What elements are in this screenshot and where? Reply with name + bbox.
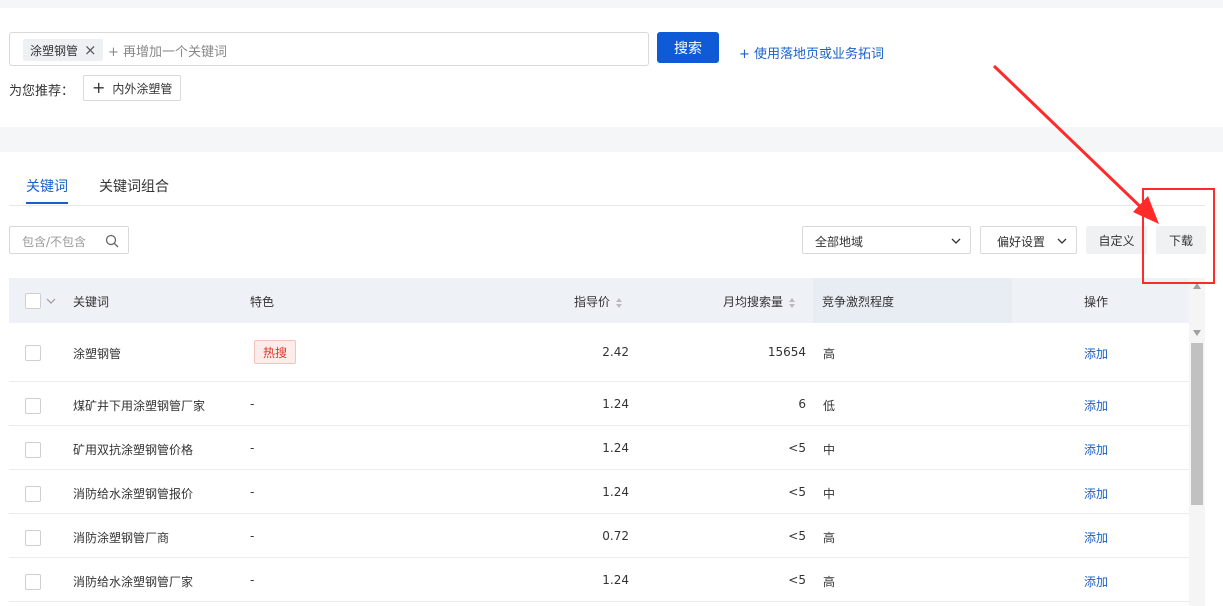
select-all-checkbox[interactable] bbox=[25, 293, 41, 309]
search-volume-cell: 6 bbox=[798, 397, 806, 411]
header-monthly-search[interactable]: 月均搜索量 bbox=[723, 293, 796, 310]
row-checkbox[interactable] bbox=[25, 486, 41, 502]
region-select[interactable]: 全部地域 bbox=[802, 226, 971, 254]
table-header: 关键词 特色 指导价 月均搜索量 竞争激烈程度 操作 bbox=[9, 278, 1189, 323]
scrollbar-thumb[interactable] bbox=[1191, 343, 1203, 505]
landing-page-expand-link[interactable]: + 使用落地页或业务拓词 bbox=[739, 43, 884, 62]
scroll-down-arrow-icon[interactable] bbox=[1193, 330, 1201, 336]
search-volume-cell: <5 bbox=[788, 529, 806, 543]
keyword-tag: 涂塑钢管 × bbox=[23, 39, 103, 61]
sort-icon[interactable] bbox=[788, 297, 796, 309]
table-row: 消防给水涂塑钢管报价 - 1.24 <5 中 添加 bbox=[9, 470, 1189, 514]
add-link[interactable]: 添加 bbox=[1084, 345, 1108, 362]
keyword-cell: 涂塑钢管 bbox=[73, 347, 122, 361]
add-link[interactable]: 添加 bbox=[1084, 397, 1108, 414]
search-volume-cell: <5 bbox=[788, 441, 806, 455]
add-link[interactable]: 添加 bbox=[1084, 529, 1108, 546]
competition-cell: 高 bbox=[823, 347, 836, 361]
competition-cell: 中 bbox=[823, 443, 836, 457]
price-cell: 0.72 bbox=[602, 529, 629, 543]
recommend-chip-label: 内外涂塑管 bbox=[112, 81, 173, 96]
feature-cell: - bbox=[250, 529, 255, 543]
header-action: 操作 bbox=[1084, 295, 1109, 309]
price-cell: 1.24 bbox=[602, 397, 629, 411]
tab-keywords[interactable]: 关键词 bbox=[26, 176, 68, 196]
keyword-cell: 消防涂塑钢管厂商 bbox=[73, 531, 170, 545]
add-link[interactable]: 添加 bbox=[1084, 441, 1108, 458]
table-row: 矿用双抗涂塑钢管价格 - 1.24 <5 中 添加 bbox=[9, 426, 1189, 470]
row-checkbox[interactable] bbox=[25, 442, 41, 458]
tab-keyword-combos[interactable]: 关键词组合 bbox=[99, 176, 169, 196]
hot-search-badge: 热搜 bbox=[254, 340, 296, 364]
preference-select-value: 偏好设置 bbox=[997, 235, 1046, 249]
price-cell: 1.24 bbox=[602, 573, 629, 587]
keyword-cell: 矿用双抗涂塑钢管价格 bbox=[73, 443, 194, 457]
include-exclude-filter-input[interactable]: 包含/不包含 bbox=[9, 226, 129, 254]
search-volume-cell: <5 bbox=[788, 485, 806, 499]
table-row: 消防涂塑钢管厂商 - 0.72 <5 高 添加 bbox=[9, 514, 1189, 558]
active-tab-indicator bbox=[26, 202, 68, 204]
plus-icon: + bbox=[92, 78, 106, 97]
competition-cell: 高 bbox=[823, 531, 836, 545]
header-keyword: 关键词 bbox=[73, 295, 110, 309]
chevron-down-icon[interactable] bbox=[46, 297, 56, 305]
row-checkbox[interactable] bbox=[25, 398, 41, 414]
keyword-tag-label: 涂塑钢管 bbox=[30, 43, 79, 58]
header-monthly-search-label: 月均搜索量 bbox=[723, 295, 784, 309]
feature-cell: - bbox=[250, 573, 255, 587]
preference-select[interactable]: 偏好设置 bbox=[980, 226, 1077, 254]
keyword-cell: 消防给水涂塑钢管报价 bbox=[73, 487, 194, 501]
header-price[interactable]: 指导价 bbox=[574, 293, 623, 310]
top-band bbox=[0, 0, 1223, 8]
header-price-label: 指导价 bbox=[574, 295, 611, 309]
header-feature: 特色 bbox=[250, 295, 275, 309]
feature-cell: - bbox=[250, 485, 255, 499]
search-volume-cell: 15654 bbox=[767, 345, 806, 359]
table-row: 消防给水涂塑钢管厂家 - 1.24 <5 高 添加 bbox=[9, 558, 1189, 602]
recommend-chip[interactable]: + 内外涂塑管 bbox=[83, 75, 182, 101]
table-row: 煤矿井下用涂塑钢管厂家 - 1.24 6 低 添加 bbox=[9, 382, 1189, 426]
annotation-arrow-icon bbox=[992, 64, 1159, 224]
filter-placeholder: 包含/不包含 bbox=[22, 235, 87, 249]
sort-icon[interactable] bbox=[615, 297, 623, 309]
keyword-cell: 消防给水涂塑钢管厂家 bbox=[73, 575, 194, 589]
keyword-search-input[interactable]: 涂塑钢管 × + 再增加一个关键词 bbox=[9, 32, 649, 66]
row-checkbox[interactable] bbox=[25, 574, 41, 590]
header-competition: 竞争激烈程度 bbox=[822, 295, 895, 309]
row-checkbox[interactable] bbox=[25, 345, 41, 361]
customize-button[interactable]: 自定义 bbox=[1086, 226, 1147, 254]
feature-cell: - bbox=[250, 397, 255, 411]
add-link[interactable]: 添加 bbox=[1084, 485, 1108, 502]
close-icon[interactable]: × bbox=[84, 42, 97, 58]
row-checkbox[interactable] bbox=[25, 530, 41, 546]
chevron-down-icon bbox=[951, 238, 961, 244]
search-volume-cell: <5 bbox=[788, 573, 806, 587]
feature-cell: - bbox=[250, 441, 255, 455]
competition-cell: 中 bbox=[823, 487, 836, 501]
add-link[interactable]: 添加 bbox=[1084, 573, 1108, 590]
chevron-down-icon bbox=[1057, 238, 1067, 244]
search-placeholder: + 再增加一个关键词 bbox=[108, 45, 228, 60]
search-button[interactable]: 搜索 bbox=[657, 32, 719, 63]
price-cell: 1.24 bbox=[602, 485, 629, 499]
price-cell: 2.42 bbox=[602, 345, 629, 359]
search-icon[interactable] bbox=[105, 234, 119, 248]
table-row: 涂塑钢管 热搜 2.42 15654 高 添加 bbox=[9, 323, 1189, 382]
keyword-cell: 煤矿井下用涂塑钢管厂家 bbox=[73, 399, 206, 413]
region-select-value: 全部地域 bbox=[815, 235, 864, 249]
competition-cell: 高 bbox=[823, 575, 836, 589]
price-cell: 1.24 bbox=[602, 441, 629, 455]
competition-cell: 低 bbox=[823, 399, 836, 413]
recommend-label: 为您推荐： bbox=[9, 84, 75, 99]
